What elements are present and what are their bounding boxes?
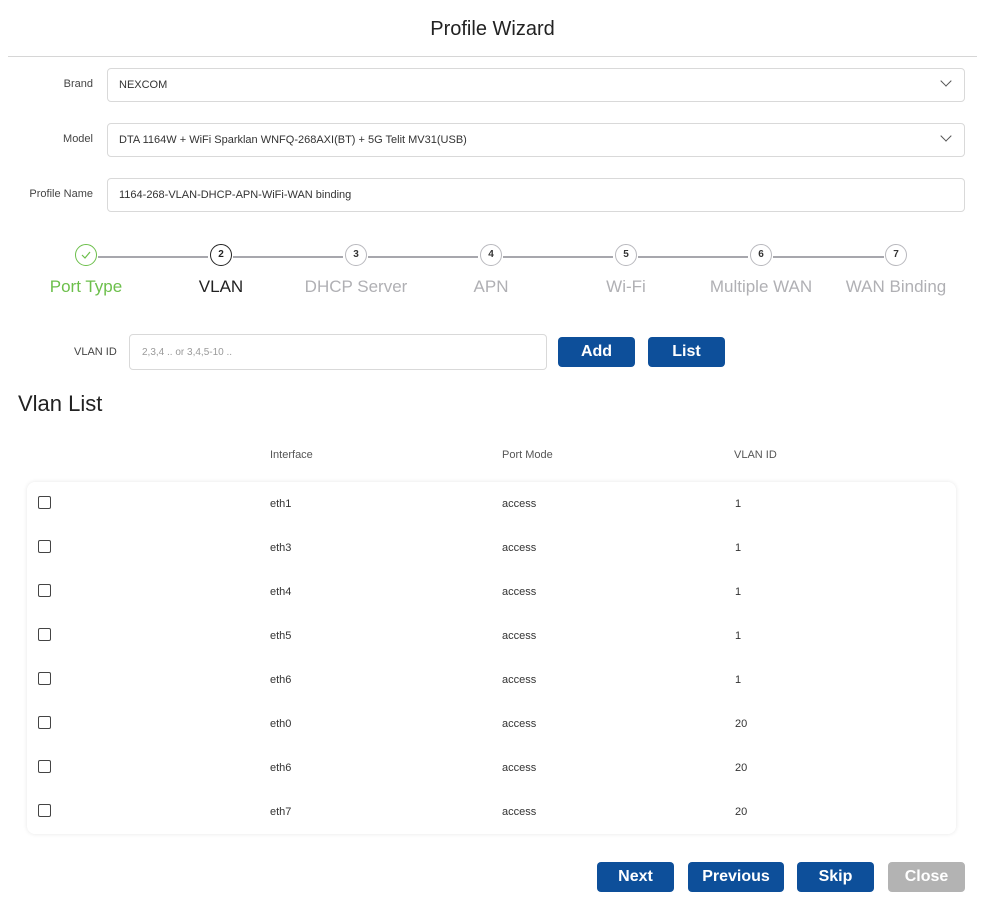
cell-vlan-id: 20: [735, 806, 748, 818]
cell-interface: eth3: [270, 542, 292, 554]
vlan-id-input[interactable]: 2,3,4 .. or 3,4,5-10 ..: [129, 334, 547, 370]
cell-port-mode: access: [502, 762, 537, 774]
step-number: 7: [885, 244, 907, 266]
add-button[interactable]: Add: [558, 337, 635, 367]
brand-select[interactable]: NEXCOM: [107, 68, 965, 102]
cell-vlan-id: 20: [735, 762, 748, 774]
step-wan-binding[interactable]: 7 WAN Binding: [826, 244, 966, 297]
column-header-port-mode: Port Mode: [502, 449, 553, 461]
cell-port-mode: access: [502, 674, 537, 686]
list-button[interactable]: List: [648, 337, 725, 367]
cell-vlan-id: 1: [735, 498, 742, 510]
row-checkbox[interactable]: [38, 540, 51, 553]
cell-port-mode: access: [502, 498, 537, 510]
row-checkbox[interactable]: [38, 496, 51, 509]
cell-vlan-id: 1: [735, 630, 742, 642]
table-row: eth6 access 1: [27, 658, 956, 702]
step-number: 5: [615, 244, 637, 266]
close-button[interactable]: Close: [888, 862, 965, 892]
table-row: eth5 access 1: [27, 614, 956, 658]
row-checkbox[interactable]: [38, 716, 51, 729]
table-row: eth4 access 1: [27, 570, 956, 614]
step-wifi[interactable]: 5 Wi-Fi: [556, 244, 696, 297]
step-label: APN: [473, 277, 509, 296]
brand-value: NEXCOM: [119, 79, 168, 91]
step-apn[interactable]: 4 APN: [421, 244, 561, 297]
title-divider: [8, 56, 977, 57]
row-checkbox[interactable]: [38, 584, 51, 597]
cell-port-mode: access: [502, 718, 537, 730]
table-row: eth1 access 1: [27, 482, 956, 526]
cell-vlan-id: 1: [735, 586, 742, 598]
cell-interface: eth0: [270, 718, 292, 730]
step-multiple-wan[interactable]: 6 Multiple WAN: [691, 244, 831, 297]
column-header-interface: Interface: [270, 449, 313, 461]
cell-port-mode: access: [502, 630, 537, 642]
profile-name-row: Profile Name 1164-268-VLAN-DHCP-APN-WiFi…: [0, 178, 985, 214]
step-label: WAN Binding: [845, 277, 947, 296]
profile-name-value: 1164-268-VLAN-DHCP-APN-WiFi-WAN binding: [119, 189, 352, 201]
vlan-id-label: VLAN ID: [74, 346, 117, 358]
cell-vlan-id: 1: [735, 542, 742, 554]
step-number: 6: [750, 244, 772, 266]
step-label: DHCP Server: [304, 277, 408, 296]
table-row: eth6 access 20: [27, 746, 956, 790]
cell-vlan-id: 1: [735, 674, 742, 686]
cell-interface: eth7: [270, 806, 292, 818]
brand-row: Brand NEXCOM: [0, 68, 985, 104]
cell-interface: eth6: [270, 674, 292, 686]
row-checkbox[interactable]: [38, 628, 51, 641]
row-checkbox[interactable]: [38, 804, 51, 817]
model-label: Model: [63, 133, 93, 145]
step-number: 3: [345, 244, 367, 266]
check-icon: [75, 244, 97, 266]
cell-vlan-id: 20: [735, 718, 748, 730]
step-label: VLAN: [198, 277, 244, 296]
vlan-list-heading: Vlan List: [18, 391, 103, 416]
cell-port-mode: access: [502, 542, 537, 554]
table-row: eth7 access 20: [27, 790, 956, 834]
cell-interface: eth1: [270, 498, 292, 510]
cell-interface: eth4: [270, 586, 292, 598]
dialog-title: Profile Wizard: [430, 18, 555, 40]
step-vlan[interactable]: 2 VLAN: [151, 244, 291, 297]
column-header-vlan-id: VLAN ID: [734, 449, 777, 461]
cell-interface: eth6: [270, 762, 292, 774]
table-row: eth3 access 1: [27, 526, 956, 570]
chevron-down-icon: [940, 130, 952, 142]
wizard-stepper: Port Type 2 VLAN 3 DHCP Server 4 APN 5 W…: [0, 244, 985, 314]
vlan-id-placeholder: 2,3,4 .. or 3,4,5-10 ..: [142, 347, 233, 358]
row-checkbox[interactable]: [38, 760, 51, 773]
skip-button[interactable]: Skip: [797, 862, 874, 892]
profile-wizard-dialog: Profile Wizard Brand NEXCOM Model DTA 11…: [0, 0, 985, 913]
step-label: Wi-Fi: [606, 277, 646, 296]
step-number: 2: [210, 244, 232, 266]
profile-name-input[interactable]: 1164-268-VLAN-DHCP-APN-WiFi-WAN binding: [107, 178, 965, 212]
step-dhcp-server[interactable]: 3 DHCP Server: [286, 244, 426, 297]
chevron-down-icon: [940, 75, 952, 87]
step-port-type[interactable]: Port Type: [16, 244, 156, 297]
table-row: eth0 access 20: [27, 702, 956, 746]
step-label: Multiple WAN: [709, 277, 813, 296]
next-button[interactable]: Next: [597, 862, 674, 892]
step-label: Port Type: [49, 277, 123, 296]
model-select[interactable]: DTA 1164W + WiFi Sparklan WNFQ-268AXI(BT…: [107, 123, 965, 157]
vlan-table: eth1 access 1 eth3 access 1 eth4 access …: [27, 482, 956, 834]
cell-port-mode: access: [502, 806, 537, 818]
row-checkbox[interactable]: [38, 672, 51, 685]
cell-port-mode: access: [502, 586, 537, 598]
previous-button[interactable]: Previous: [688, 862, 784, 892]
model-row: Model DTA 1164W + WiFi Sparklan WNFQ-268…: [0, 123, 985, 159]
profile-name-label: Profile Name: [29, 188, 93, 200]
cell-interface: eth5: [270, 630, 292, 642]
brand-label: Brand: [63, 78, 93, 90]
model-value: DTA 1164W + WiFi Sparklan WNFQ-268AXI(BT…: [119, 134, 467, 146]
step-number: 4: [480, 244, 502, 266]
